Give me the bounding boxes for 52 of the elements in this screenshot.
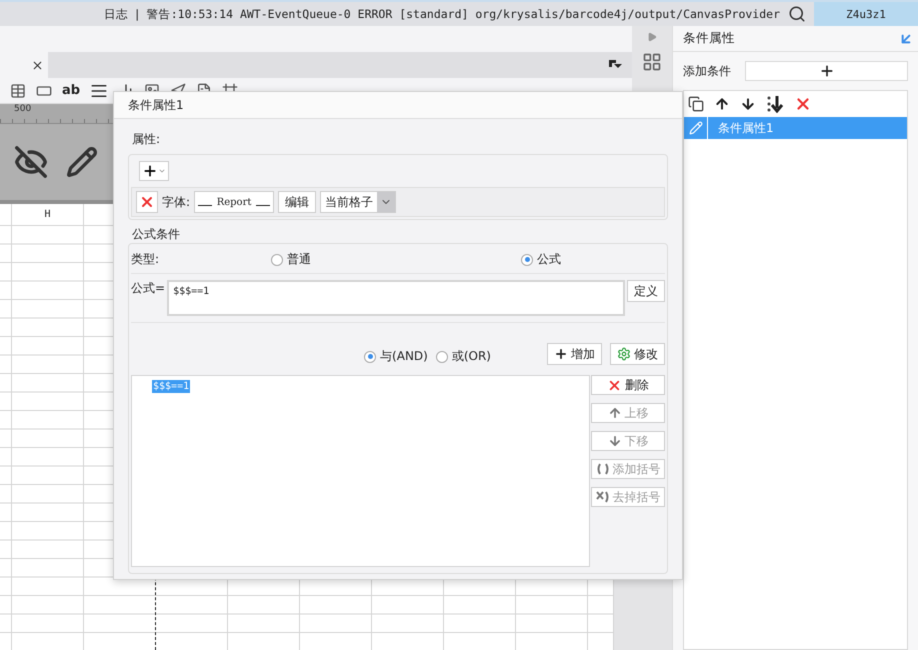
radio-button[interactable]: 公式 (521, 251, 665, 268)
define-button[interactable]: 定义 (627, 280, 665, 302)
modify-button[interactable]: 修改 (610, 343, 665, 365)
text-tool[interactable]: ab (62, 83, 80, 98)
font-preview: Report (194, 191, 274, 213)
add-button[interactable]: 增加 (547, 343, 602, 365)
eye-off-icon[interactable] (14, 145, 48, 179)
copy-icon[interactable] (688, 96, 704, 112)
property-label: 字体: (162, 194, 190, 210)
radio-icon[interactable] (436, 350, 448, 362)
search-icon[interactable] (788, 5, 806, 23)
separator-text: | (134, 7, 141, 21)
caret-icon (158, 167, 166, 175)
gear-icon (617, 347, 631, 361)
plus-icon (142, 163, 158, 179)
group-legend: 公式条件 (128, 226, 668, 243)
add-property-button[interactable] (139, 161, 169, 181)
plus-icon (554, 347, 568, 361)
log-label[interactable]: 日志 (104, 6, 128, 22)
formula-label: 公式= (131, 280, 166, 297)
scope-select[interactable]: 当前格子 (320, 191, 396, 213)
radio-icon[interactable] (364, 350, 376, 362)
radio-icon[interactable] (521, 254, 533, 266)
user-name[interactable]: Z4u3z1 (814, 2, 918, 26)
ruler-mark: 500 (14, 104, 32, 114)
type-label: 类型: (131, 251, 160, 268)
radio-button[interactable]: 或(OR) (436, 348, 491, 365)
arrow-up-icon[interactable] (714, 96, 730, 112)
group-legend: 属性: (128, 131, 668, 148)
move-bottom-icon[interactable] (766, 95, 784, 113)
action-button[interactable]: 删除 (591, 375, 665, 395)
brackets-icon (596, 463, 610, 475)
radio-button[interactable]: 与(AND) (364, 348, 428, 365)
grid-icon[interactable] (642, 52, 662, 72)
close-icon[interactable] (31, 58, 44, 72)
edit-button[interactable]: 编辑 (278, 191, 316, 213)
pencil-icon (688, 121, 702, 135)
remove-property-button[interactable] (136, 191, 158, 213)
add-condition-label: 添加条件 (683, 62, 731, 80)
radio-icon[interactable] (271, 254, 283, 266)
arrow-down-icon[interactable] (740, 96, 756, 112)
formula-field[interactable]: $$$==1 (167, 280, 625, 316)
log-message: 警告:10:53:14 AWT-EventQueue-0 ERROR [standard] org/krysalis/barcode4j/output/CanvasProvider (146, 6, 780, 22)
dialog-title: 条件属性1 (114, 92, 682, 119)
table-icon[interactable] (10, 82, 26, 98)
radio-button[interactable]: 普通 (271, 251, 521, 268)
remove-brackets-icon (596, 491, 610, 503)
column-header[interactable]: H (12, 204, 83, 226)
plus-icon (818, 63, 834, 79)
panel-title: 条件属性 (683, 30, 735, 47)
pencil-icon[interactable] (66, 146, 98, 178)
delete-icon (139, 194, 155, 210)
